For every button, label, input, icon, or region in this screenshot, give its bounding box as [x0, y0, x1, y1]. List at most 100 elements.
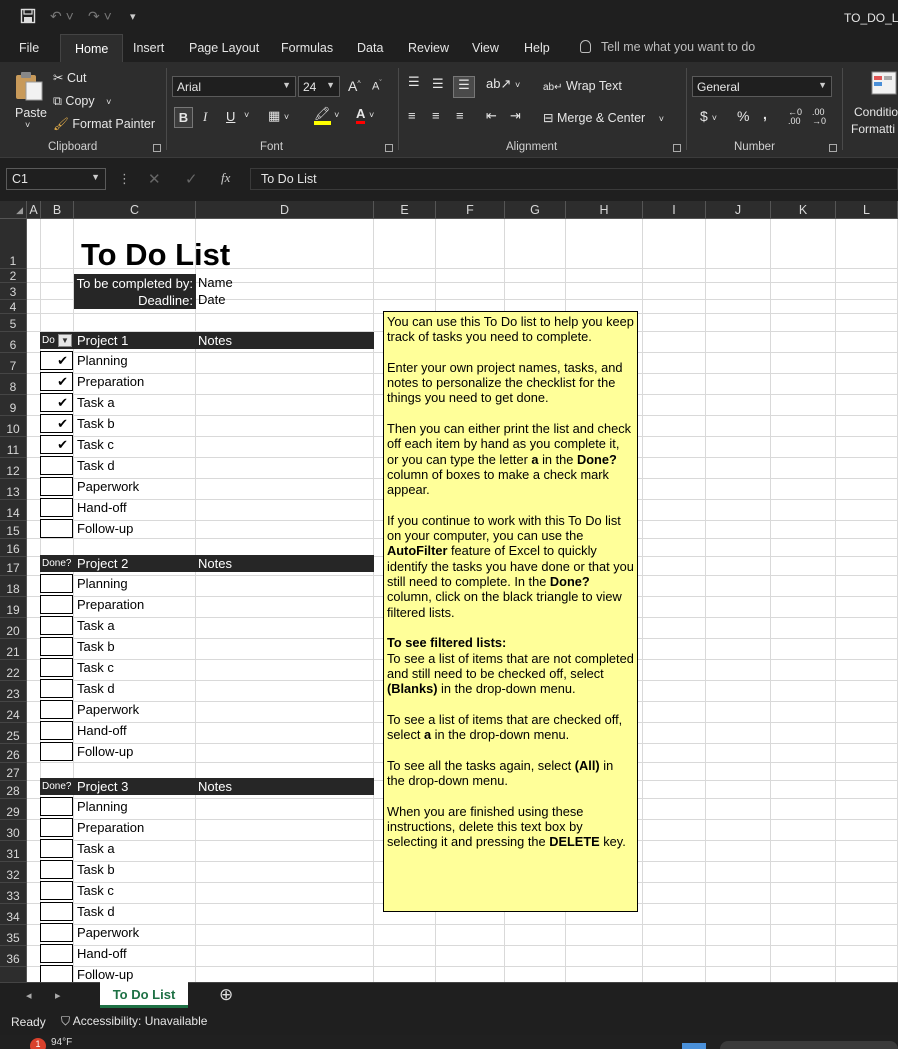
notes-column-header[interactable]: Notes — [198, 778, 232, 795]
done-checkbox[interactable] — [40, 658, 73, 677]
row-header[interactable]: 35 — [0, 925, 26, 946]
font-name-select[interactable]: Arial ▼ — [172, 76, 296, 97]
instructions-text-box[interactable]: You can use this To Do list to help you … — [383, 311, 638, 912]
task-label[interactable]: Task d — [77, 679, 115, 699]
task-label[interactable]: Preparation — [77, 372, 144, 392]
row-header[interactable]: 2 — [0, 269, 26, 283]
row-header[interactable]: 36 — [0, 946, 26, 967]
done-checkbox[interactable] — [40, 477, 73, 496]
row-header[interactable]: 23 — [0, 681, 26, 702]
redo-icon[interactable]: ↷ ˅ — [88, 8, 112, 25]
increase-font-icon[interactable]: A^ — [348, 78, 361, 94]
borders-icon[interactable]: ▦ ˅ — [268, 108, 289, 124]
row-header[interactable]: 19 — [0, 597, 26, 618]
done-checkbox[interactable] — [40, 944, 73, 963]
insert-function-icon[interactable]: fx — [221, 170, 230, 186]
alignment-launcher-icon[interactable] — [673, 144, 681, 152]
align-bottom-icon[interactable]: ☰ — [453, 76, 475, 98]
task-label[interactable]: Hand-off — [77, 944, 127, 964]
done-checkbox[interactable] — [40, 700, 73, 719]
task-label[interactable]: Follow-up — [77, 519, 133, 539]
select-all-corner[interactable]: ◢ — [0, 201, 27, 219]
deadline-value[interactable]: Date — [198, 290, 225, 310]
accessibility-status[interactable]: ⛉ Accessibility: Unavailable — [61, 1014, 207, 1029]
formula-input[interactable]: To Do List — [250, 168, 898, 190]
done-column-header[interactable]: Done? — [42, 555, 71, 572]
number-format-select[interactable]: General ▼ — [692, 76, 832, 97]
project-name[interactable]: Project 3 — [77, 778, 128, 795]
task-label[interactable]: Task a — [77, 616, 115, 636]
add-sheet-icon[interactable]: ⊕ — [219, 985, 233, 1005]
underline-dropdown-icon[interactable]: ˅ — [244, 110, 249, 120]
task-label[interactable]: Paperwork — [77, 700, 139, 720]
row-header[interactable]: 3 — [0, 283, 26, 300]
row-header[interactable]: 29 — [0, 799, 26, 820]
row-header[interactable]: 13 — [0, 479, 26, 500]
task-label[interactable]: Paperwork — [77, 923, 139, 943]
merge-center-button[interactable]: ⊟ Merge & Center ˅ — [543, 110, 664, 125]
column-header[interactable]: I — [643, 201, 706, 219]
deadline-label-cell[interactable]: Deadline: — [74, 291, 196, 309]
row-header[interactable]: 15 — [0, 521, 26, 539]
row-header[interactable]: 27 — [0, 763, 26, 781]
font-launcher-icon[interactable] — [385, 144, 393, 152]
underline-button[interactable]: U — [226, 109, 235, 124]
tab-file[interactable]: File — [19, 41, 39, 55]
row-header[interactable]: 11 — [0, 437, 26, 458]
row-header[interactable]: 34 — [0, 904, 26, 925]
customize-quick-access-icon[interactable]: ▾ — [130, 10, 136, 23]
row-header[interactable]: 33 — [0, 883, 26, 904]
done-checkbox[interactable]: ✔ — [40, 393, 73, 412]
comma-button[interactable]: , — [763, 106, 767, 122]
row-header[interactable]: 25 — [0, 723, 26, 744]
done-checkbox[interactable] — [40, 456, 73, 475]
row-header[interactable]: 24 — [0, 702, 26, 723]
done-checkbox[interactable] — [40, 616, 73, 635]
font-color-icon[interactable]: A ˅ — [356, 106, 374, 124]
done-checkbox[interactable] — [40, 519, 73, 538]
task-label[interactable]: Task c — [77, 881, 114, 901]
bold-button[interactable]: B — [174, 107, 193, 128]
cut-button[interactable]: ✂ Cut — [53, 70, 86, 85]
done-checkbox[interactable] — [40, 797, 73, 816]
row-header[interactable]: 30 — [0, 820, 26, 841]
notes-column-header[interactable]: Notes — [198, 555, 232, 572]
tab-page-layout[interactable]: Page Layout — [189, 41, 259, 55]
tab-data[interactable]: Data — [357, 41, 383, 55]
row-header[interactable]: 4 — [0, 300, 26, 314]
save-icon[interactable] — [20, 8, 36, 27]
tab-help[interactable]: Help — [524, 41, 550, 55]
paste-button[interactable]: Paste ˅ — [14, 70, 47, 130]
task-label[interactable]: Hand-off — [77, 498, 127, 518]
done-checkbox[interactable]: ✔ — [40, 414, 73, 433]
sheet-tab-to-do-list[interactable]: To Do List — [100, 982, 188, 1008]
row-header[interactable]: 18 — [0, 576, 26, 597]
done-checkbox[interactable] — [40, 881, 73, 900]
row-header[interactable]: 9 — [0, 395, 26, 416]
project-name[interactable]: Project 1 — [77, 332, 128, 349]
task-label[interactable]: Task b — [77, 414, 115, 434]
orientation-icon[interactable]: ab↗ ˅ — [486, 76, 520, 92]
done-checkbox[interactable]: ✔ — [40, 372, 73, 391]
task-label[interactable]: Planning — [77, 574, 128, 594]
column-header[interactable]: L — [836, 201, 898, 219]
scroll-tabs-right-icon[interactable]: ▸ — [55, 989, 61, 1002]
column-header[interactable]: D — [196, 201, 374, 219]
task-label[interactable]: Paperwork — [77, 477, 139, 497]
row-header[interactable]: 16 — [0, 539, 26, 557]
row-header[interactable]: 32 — [0, 862, 26, 883]
task-label[interactable]: Task c — [77, 435, 114, 455]
project-name[interactable]: Project 2 — [77, 555, 128, 572]
notes-column-header[interactable]: Notes — [198, 332, 232, 349]
paste-dropdown-icon[interactable]: ˅ — [25, 120, 47, 130]
done-checkbox[interactable] — [40, 742, 73, 761]
increase-decimal-icon[interactable]: ←0.00 — [788, 108, 802, 126]
done-checkbox[interactable] — [40, 637, 73, 656]
font-size-select[interactable]: 24 ▼ — [298, 76, 340, 97]
tab-home[interactable]: Home — [60, 34, 124, 63]
task-label[interactable]: Planning — [77, 351, 128, 371]
enter-icon[interactable]: ✓ — [185, 170, 198, 188]
column-header[interactable]: J — [706, 201, 771, 219]
done-checkbox[interactable] — [40, 721, 73, 740]
done-column-header[interactable]: Done? — [42, 778, 71, 795]
